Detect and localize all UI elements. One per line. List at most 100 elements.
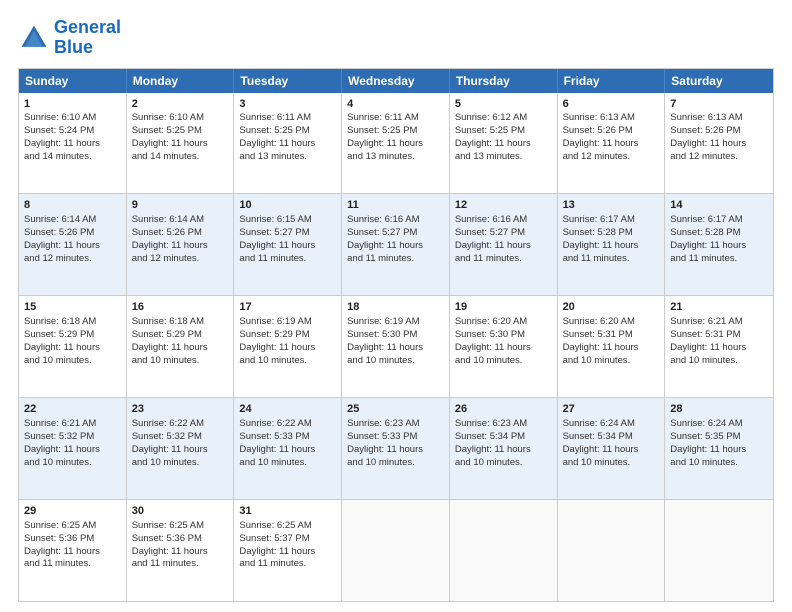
day-info: Sunrise: 6:20 AM Sunset: 5:30 PM Dayligh… [455, 316, 531, 365]
day-number: 31 [239, 504, 336, 519]
header-cell-friday: Friday [558, 69, 666, 93]
day-info: Sunrise: 6:13 AM Sunset: 5:26 PM Dayligh… [563, 112, 639, 161]
calendar-body: 1Sunrise: 6:10 AM Sunset: 5:24 PM Daylig… [19, 93, 773, 601]
day-cell-11: 11Sunrise: 6:16 AM Sunset: 5:27 PM Dayli… [342, 194, 450, 295]
day-info: Sunrise: 6:12 AM Sunset: 5:25 PM Dayligh… [455, 112, 531, 161]
day-number: 30 [132, 504, 229, 519]
day-cell-6: 6Sunrise: 6:13 AM Sunset: 5:26 PM Daylig… [558, 93, 666, 194]
day-cell-9: 9Sunrise: 6:14 AM Sunset: 5:26 PM Daylig… [127, 194, 235, 295]
day-info: Sunrise: 6:25 AM Sunset: 5:36 PM Dayligh… [132, 520, 208, 569]
day-cell-23: 23Sunrise: 6:22 AM Sunset: 5:32 PM Dayli… [127, 398, 235, 499]
day-number: 25 [347, 402, 444, 417]
day-number: 13 [563, 198, 660, 213]
day-number: 7 [670, 97, 768, 112]
day-cell-31: 31Sunrise: 6:25 AM Sunset: 5:37 PM Dayli… [234, 500, 342, 601]
day-info: Sunrise: 6:11 AM Sunset: 5:25 PM Dayligh… [347, 112, 423, 161]
empty-cell [342, 500, 450, 601]
day-cell-2: 2Sunrise: 6:10 AM Sunset: 5:25 PM Daylig… [127, 93, 235, 194]
day-number: 9 [132, 198, 229, 213]
day-cell-4: 4Sunrise: 6:11 AM Sunset: 5:25 PM Daylig… [342, 93, 450, 194]
day-number: 19 [455, 300, 552, 315]
day-cell-1: 1Sunrise: 6:10 AM Sunset: 5:24 PM Daylig… [19, 93, 127, 194]
day-number: 15 [24, 300, 121, 315]
day-cell-29: 29Sunrise: 6:25 AM Sunset: 5:36 PM Dayli… [19, 500, 127, 601]
logo-text: General Blue [54, 18, 121, 58]
day-info: Sunrise: 6:25 AM Sunset: 5:37 PM Dayligh… [239, 520, 315, 569]
day-number: 28 [670, 402, 768, 417]
day-info: Sunrise: 6:23 AM Sunset: 5:33 PM Dayligh… [347, 418, 423, 467]
day-info: Sunrise: 6:21 AM Sunset: 5:32 PM Dayligh… [24, 418, 100, 467]
day-info: Sunrise: 6:24 AM Sunset: 5:34 PM Dayligh… [563, 418, 639, 467]
day-info: Sunrise: 6:17 AM Sunset: 5:28 PM Dayligh… [563, 214, 639, 263]
day-info: Sunrise: 6:25 AM Sunset: 5:36 PM Dayligh… [24, 520, 100, 569]
day-info: Sunrise: 6:22 AM Sunset: 5:33 PM Dayligh… [239, 418, 315, 467]
day-info: Sunrise: 6:19 AM Sunset: 5:29 PM Dayligh… [239, 316, 315, 365]
day-number: 12 [455, 198, 552, 213]
day-cell-7: 7Sunrise: 6:13 AM Sunset: 5:26 PM Daylig… [665, 93, 773, 194]
day-info: Sunrise: 6:10 AM Sunset: 5:24 PM Dayligh… [24, 112, 100, 161]
day-info: Sunrise: 6:15 AM Sunset: 5:27 PM Dayligh… [239, 214, 315, 263]
day-number: 6 [563, 97, 660, 112]
header-cell-monday: Monday [127, 69, 235, 93]
day-number: 27 [563, 402, 660, 417]
day-info: Sunrise: 6:18 AM Sunset: 5:29 PM Dayligh… [24, 316, 100, 365]
day-cell-19: 19Sunrise: 6:20 AM Sunset: 5:30 PM Dayli… [450, 296, 558, 397]
empty-cell [558, 500, 666, 601]
day-cell-27: 27Sunrise: 6:24 AM Sunset: 5:34 PM Dayli… [558, 398, 666, 499]
logo-icon [18, 22, 50, 54]
calendar-week-1: 8Sunrise: 6:14 AM Sunset: 5:26 PM Daylig… [19, 193, 773, 295]
day-cell-30: 30Sunrise: 6:25 AM Sunset: 5:36 PM Dayli… [127, 500, 235, 601]
day-number: 4 [347, 97, 444, 112]
day-number: 21 [670, 300, 768, 315]
day-info: Sunrise: 6:21 AM Sunset: 5:31 PM Dayligh… [670, 316, 746, 365]
day-info: Sunrise: 6:17 AM Sunset: 5:28 PM Dayligh… [670, 214, 746, 263]
empty-cell [665, 500, 773, 601]
page: General Blue SundayMondayTuesdayWednesda… [0, 0, 792, 612]
calendar-week-4: 29Sunrise: 6:25 AM Sunset: 5:36 PM Dayli… [19, 499, 773, 601]
day-number: 18 [347, 300, 444, 315]
day-cell-10: 10Sunrise: 6:15 AM Sunset: 5:27 PM Dayli… [234, 194, 342, 295]
day-number: 16 [132, 300, 229, 315]
day-cell-25: 25Sunrise: 6:23 AM Sunset: 5:33 PM Dayli… [342, 398, 450, 499]
day-info: Sunrise: 6:10 AM Sunset: 5:25 PM Dayligh… [132, 112, 208, 161]
day-cell-14: 14Sunrise: 6:17 AM Sunset: 5:28 PM Dayli… [665, 194, 773, 295]
day-cell-5: 5Sunrise: 6:12 AM Sunset: 5:25 PM Daylig… [450, 93, 558, 194]
day-number: 29 [24, 504, 121, 519]
day-number: 20 [563, 300, 660, 315]
day-cell-13: 13Sunrise: 6:17 AM Sunset: 5:28 PM Dayli… [558, 194, 666, 295]
day-cell-28: 28Sunrise: 6:24 AM Sunset: 5:35 PM Dayli… [665, 398, 773, 499]
header-cell-tuesday: Tuesday [234, 69, 342, 93]
header-cell-saturday: Saturday [665, 69, 773, 93]
day-cell-16: 16Sunrise: 6:18 AM Sunset: 5:29 PM Dayli… [127, 296, 235, 397]
day-cell-15: 15Sunrise: 6:18 AM Sunset: 5:29 PM Dayli… [19, 296, 127, 397]
day-info: Sunrise: 6:18 AM Sunset: 5:29 PM Dayligh… [132, 316, 208, 365]
day-number: 10 [239, 198, 336, 213]
day-info: Sunrise: 6:14 AM Sunset: 5:26 PM Dayligh… [24, 214, 100, 263]
day-info: Sunrise: 6:14 AM Sunset: 5:26 PM Dayligh… [132, 214, 208, 263]
day-number: 22 [24, 402, 121, 417]
day-info: Sunrise: 6:24 AM Sunset: 5:35 PM Dayligh… [670, 418, 746, 467]
day-number: 14 [670, 198, 768, 213]
calendar-week-0: 1Sunrise: 6:10 AM Sunset: 5:24 PM Daylig… [19, 93, 773, 194]
day-number: 8 [24, 198, 121, 213]
day-cell-21: 21Sunrise: 6:21 AM Sunset: 5:31 PM Dayli… [665, 296, 773, 397]
day-number: 3 [239, 97, 336, 112]
day-cell-20: 20Sunrise: 6:20 AM Sunset: 5:31 PM Dayli… [558, 296, 666, 397]
day-number: 5 [455, 97, 552, 112]
day-number: 23 [132, 402, 229, 417]
day-cell-18: 18Sunrise: 6:19 AM Sunset: 5:30 PM Dayli… [342, 296, 450, 397]
empty-cell [450, 500, 558, 601]
calendar-week-3: 22Sunrise: 6:21 AM Sunset: 5:32 PM Dayli… [19, 397, 773, 499]
day-info: Sunrise: 6:22 AM Sunset: 5:32 PM Dayligh… [132, 418, 208, 467]
day-cell-24: 24Sunrise: 6:22 AM Sunset: 5:33 PM Dayli… [234, 398, 342, 499]
day-info: Sunrise: 6:16 AM Sunset: 5:27 PM Dayligh… [347, 214, 423, 263]
header-cell-sunday: Sunday [19, 69, 127, 93]
calendar-header-row: SundayMondayTuesdayWednesdayThursdayFrid… [19, 69, 773, 93]
day-cell-22: 22Sunrise: 6:21 AM Sunset: 5:32 PM Dayli… [19, 398, 127, 499]
day-number: 17 [239, 300, 336, 315]
header-cell-thursday: Thursday [450, 69, 558, 93]
day-cell-8: 8Sunrise: 6:14 AM Sunset: 5:26 PM Daylig… [19, 194, 127, 295]
header-cell-wednesday: Wednesday [342, 69, 450, 93]
day-cell-3: 3Sunrise: 6:11 AM Sunset: 5:25 PM Daylig… [234, 93, 342, 194]
day-number: 11 [347, 198, 444, 213]
